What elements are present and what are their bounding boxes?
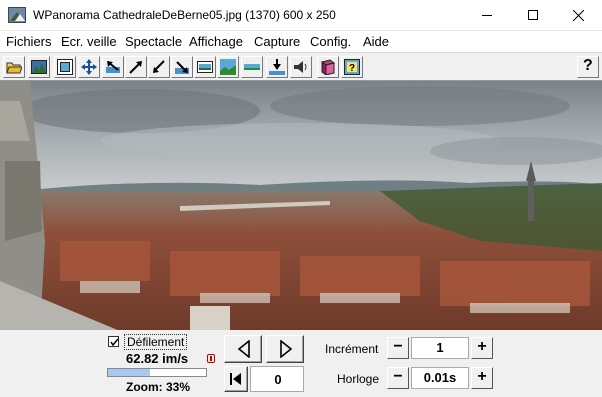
- book-icon: [320, 59, 336, 75]
- zoom-progress-fill: [108, 369, 151, 376]
- fit-button[interactable]: [78, 56, 100, 78]
- zoom-progress-bar[interactable]: [107, 368, 207, 377]
- menu-ecran-veille[interactable]: Ecr. veille: [61, 34, 117, 49]
- svg-text:?: ?: [349, 63, 355, 74]
- help-button[interactable]: ?: [577, 56, 599, 78]
- panorama-flat-button[interactable]: [241, 56, 263, 78]
- up-left-button[interactable]: [102, 56, 124, 78]
- checkmark-icon: [110, 338, 119, 347]
- clock-minus-button[interactable]: −: [387, 367, 409, 389]
- scroll-left-button[interactable]: [224, 335, 262, 363]
- menu-bar: Fichiers Ecr. veille Spectacle Affichage…: [0, 31, 602, 52]
- book-button[interactable]: [317, 56, 339, 78]
- scroll-checkbox[interactable]: [108, 336, 119, 347]
- frame-icon: [57, 59, 73, 75]
- close-button[interactable]: [556, 0, 602, 31]
- position-value: 0: [274, 372, 282, 387]
- minimize-button[interactable]: [464, 0, 510, 31]
- arrow-down-right-icon: [175, 61, 189, 74]
- increment-label: Incrément: [325, 342, 379, 356]
- increment-minus-button[interactable]: −: [387, 337, 409, 359]
- minimize-icon: [482, 15, 492, 16]
- app-window: WPanorama CathedraleDeBerne05.jpg (1370)…: [0, 0, 602, 397]
- menu-config[interactable]: Config.: [310, 34, 351, 49]
- menu-aide[interactable]: Aide: [363, 34, 389, 49]
- panorama-strip-icon: [197, 61, 213, 73]
- zoom-mountain-button[interactable]: [266, 56, 288, 78]
- maximize-button[interactable]: [510, 0, 556, 31]
- open-folder-icon: [6, 62, 22, 74]
- position-counter: 0: [250, 366, 304, 392]
- clock-value: 0.01s: [411, 367, 469, 389]
- go-start-button[interactable]: [224, 366, 248, 392]
- title-bar: WPanorama CathedraleDeBerne05.jpg (1370)…: [0, 0, 602, 31]
- toolbar: ? ?: [0, 52, 602, 80]
- help-icon: ?: [583, 57, 593, 74]
- diag-up-button[interactable]: [125, 56, 147, 78]
- zoom-label: Zoom: 33%: [126, 380, 191, 394]
- open-button[interactable]: [3, 56, 25, 78]
- help-frame-icon: ?: [344, 59, 360, 75]
- panorama-flat-icon: [244, 64, 260, 70]
- increment-plus-button[interactable]: +: [471, 337, 493, 359]
- menu-spectacle[interactable]: Spectacle: [125, 34, 182, 49]
- clock-plus-button[interactable]: +: [471, 367, 493, 389]
- wpanorama-app-icon[interactable]: [8, 7, 26, 23]
- speed-value: 62.82 im/s: [126, 351, 189, 366]
- scroll-controls: Défilement 62.82 im/s Zoom: 33% 0 Incrém…: [0, 330, 602, 397]
- picture-icon: [31, 60, 47, 74]
- zoom-mountain-icon: [269, 59, 285, 75]
- diag-down-button[interactable]: [148, 56, 170, 78]
- increment-value: 1: [411, 337, 469, 359]
- help-frame-button[interactable]: ?: [341, 56, 363, 78]
- panorama-image[interactable]: [0, 81, 602, 330]
- panorama-view[interactable]: [0, 80, 602, 330]
- clock-label: Horloge: [337, 372, 380, 386]
- down-right-button[interactable]: [171, 56, 193, 78]
- speaker-icon: [294, 61, 307, 73]
- picture-button[interactable]: [28, 56, 50, 78]
- panorama-sky-icon: [220, 59, 236, 75]
- arrow-diag-down-icon: [153, 60, 165, 73]
- window-title: WPanorama CathedraleDeBerne05.jpg (1370)…: [33, 8, 336, 22]
- panorama-sky-button[interactable]: [217, 56, 239, 78]
- panorama-strip-button[interactable]: [194, 56, 216, 78]
- close-icon: [573, 10, 584, 21]
- menu-affichage[interactable]: Affichage: [189, 34, 243, 49]
- fit-arrows-icon: [81, 59, 97, 75]
- menu-fichiers[interactable]: Fichiers: [6, 34, 52, 49]
- menu-capture[interactable]: Capture: [254, 34, 300, 49]
- scroll-right-button[interactable]: [266, 335, 304, 363]
- scroll-label[interactable]: Défilement: [124, 334, 188, 350]
- skip-start-icon: [230, 373, 241, 385]
- triangle-left-icon: [237, 340, 250, 358]
- arrow-diag-up-icon: [129, 61, 142, 74]
- maximize-icon: [528, 10, 538, 20]
- pin-icon[interactable]: [207, 354, 215, 363]
- frame-button[interactable]: [54, 56, 76, 78]
- arrow-up-left-icon: [106, 61, 120, 73]
- triangle-right-icon: [280, 340, 293, 358]
- sound-button[interactable]: [290, 56, 312, 78]
